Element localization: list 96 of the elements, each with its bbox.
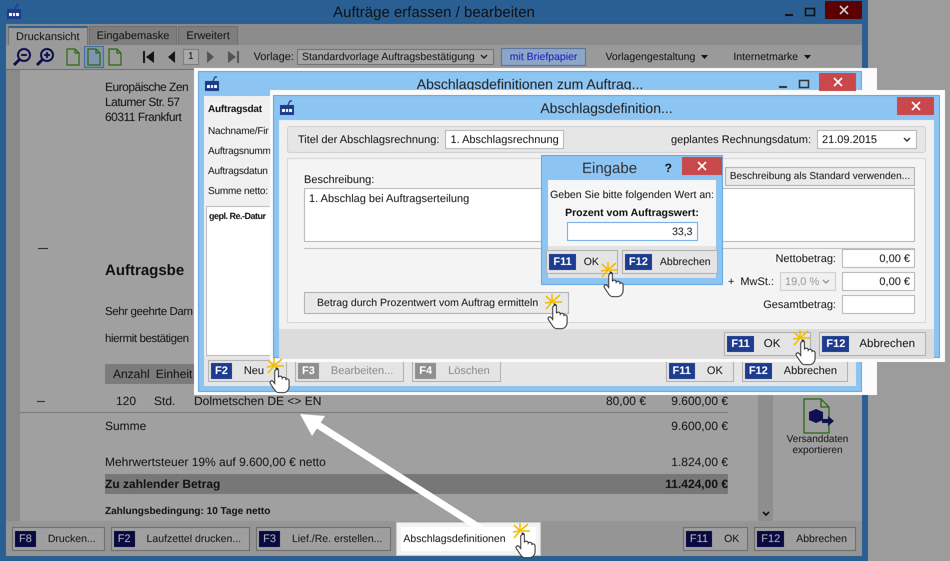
field-label: Summe netto:	[208, 186, 268, 197]
address-line: Latumer Str. 57	[105, 95, 180, 110]
shortcut-button[interactable]: F12 Abbrechen	[754, 526, 856, 550]
standard-button[interactable]: Beschreibung als Standard verwenden...	[724, 167, 915, 186]
last-page-icon[interactable]	[226, 49, 240, 65]
dialog-title: Abschlagsdefinition...	[540, 100, 673, 116]
field-label: geplantes Rechnungsdatum:	[670, 134, 811, 146]
field-label: Prozent vom Auftragswert:	[565, 207, 699, 219]
field-label: Nachname/Fir	[208, 126, 268, 137]
shortcut-button[interactable]: F11 OK	[724, 332, 812, 356]
letterhead-button[interactable]: mit Briefpapier	[500, 48, 586, 66]
chevron-down-icon	[478, 53, 489, 61]
fold-mark	[38, 248, 48, 249]
help-button[interactable]: ?	[664, 161, 672, 175]
chevron-down-icon	[821, 278, 831, 286]
payment-terms: Zahlungsbedingung: 10 Tage netto	[105, 506, 270, 517]
close-button[interactable]	[825, 1, 862, 19]
close-button[interactable]	[682, 157, 722, 175]
chevron-down-icon	[902, 136, 912, 144]
close-icon	[832, 77, 842, 87]
shortcut-button[interactable]: F12 Abbrechen	[819, 332, 926, 356]
scroll-down-icon[interactable]	[760, 510, 770, 518]
zoom-in-icon[interactable]	[35, 47, 55, 67]
shortcut-button[interactable]: F11 OK	[546, 250, 618, 274]
address-line: Europäische Zen	[105, 80, 188, 95]
amount-field[interactable]: 0,00 €	[842, 249, 915, 268]
app-logo-icon	[204, 76, 220, 92]
menu-button[interactable]: Vorlagengestaltung	[599, 50, 714, 64]
close-button[interactable]	[897, 97, 934, 115]
close-icon	[838, 5, 848, 15]
field-label: MwSt.:	[740, 276, 774, 288]
fold-mark	[37, 401, 45, 402]
section-title: Auftragsdat	[208, 104, 262, 115]
shortcut-button[interactable]: F2 Laufzettel drucken...	[110, 526, 250, 550]
field-label: Titel der Abschlagsrechnung:	[298, 134, 440, 146]
shortcut-button[interactable]: F3 Lief./Re. erstellen...	[256, 526, 392, 550]
intro-text: hiermit bestätigen	[105, 332, 189, 347]
sum-label: Summe	[105, 419, 146, 434]
close-icon	[697, 161, 707, 171]
sum-value: 9.600,00 €	[671, 419, 728, 434]
tab[interactable]: Erweitert	[178, 26, 238, 45]
field-label: Nettobetrag:	[774, 252, 836, 264]
table-cell-text: Dolmetschen DE <> EN	[194, 394, 322, 409]
shortcut-button[interactable]: F12 Abbrechen	[622, 250, 718, 274]
shortcut-button[interactable]: F11 OK	[666, 360, 734, 382]
dropdown-arrow-icon	[804, 55, 812, 59]
dialog-title: Abschlagsdefinitionen zum Auftrag...	[416, 76, 644, 92]
app-logo-icon	[279, 100, 295, 116]
close-button[interactable]	[819, 73, 856, 91]
field-label: Auftragsdatun	[208, 166, 268, 177]
total-label: Zu zahlender Betrag	[105, 476, 220, 492]
field-label: Beschreibung:	[304, 174, 374, 186]
page-number-field[interactable]: 1	[183, 49, 199, 65]
shortcut-button[interactable]: Abschlagsdefinitionen	[397, 522, 540, 554]
page-view-button[interactable]	[106, 47, 124, 67]
column-header: Anzahl	[113, 367, 150, 381]
field-label: Vorlage:	[254, 51, 294, 63]
amount-field[interactable]: 0,00 €	[842, 272, 915, 291]
salutation-text: Sehr geehrte Dam	[105, 305, 193, 320]
page-view-button[interactable]	[64, 47, 82, 67]
address-line: 60311 Frankfurt	[105, 110, 182, 125]
date-dropdown[interactable]: 21.09.2015	[817, 130, 917, 149]
app-logo-icon	[6, 4, 22, 20]
template-dropdown[interactable]: Standardvorlage Auftragsbestätigung	[296, 49, 494, 65]
tab[interactable]: Eingabemaske	[88, 26, 178, 45]
input-field[interactable]: 1. Abschlagsrechnung	[445, 130, 564, 149]
export-button[interactable]: Versanddaten exportieren	[782, 398, 852, 456]
vat-value: 1.824,00 €	[671, 455, 728, 470]
menu-button[interactable]: Internetmarke	[727, 50, 818, 64]
dialog-title: Eingabe	[582, 160, 638, 176]
amount-field[interactable]	[842, 295, 915, 314]
table-cell-text: 9.600,00 €	[670, 394, 728, 409]
shortcut-button[interactable]: F8 Drucken...	[12, 526, 105, 550]
document-heading: Auftragsbe	[105, 261, 184, 281]
table-cell-text: Std.	[153, 394, 176, 409]
plus-sign: +	[728, 276, 734, 288]
field-label: Gesamtbetrag:	[762, 298, 836, 310]
window-title: Aufträge erfassen / bearbeiten	[333, 4, 535, 20]
column-header: gepl. Re.-Datur	[208, 210, 267, 223]
maximize-icon[interactable]	[804, 6, 816, 18]
dropdown-arrow-icon	[701, 55, 708, 59]
field-label: Auftragsnumm	[208, 146, 271, 157]
tab[interactable]: Druckansicht	[8, 26, 88, 45]
total-value: 11.424,00 €	[665, 476, 728, 492]
first-page-icon[interactable]	[142, 49, 156, 65]
table-cell-text: 120	[114, 394, 136, 409]
column-header: Einheit	[156, 367, 192, 381]
shortcut-button[interactable]: F11 OK	[682, 526, 748, 550]
input-field[interactable]: 33,3	[566, 222, 698, 241]
zoom-out-icon[interactable]	[12, 47, 32, 67]
close-icon	[910, 101, 920, 111]
table-cell-text: 80,00 €	[604, 394, 646, 409]
maximize-icon[interactable]	[798, 78, 810, 90]
prompt-text: Geben Sie bitte folgenden Wert an:	[550, 189, 714, 201]
vat-label: Mehrwertsteuer 19% auf 9.600,00 € netto	[105, 455, 326, 470]
percent-button[interactable]: Betrag durch Prozentwert vom Auftrag ermitteln	[304, 292, 570, 314]
